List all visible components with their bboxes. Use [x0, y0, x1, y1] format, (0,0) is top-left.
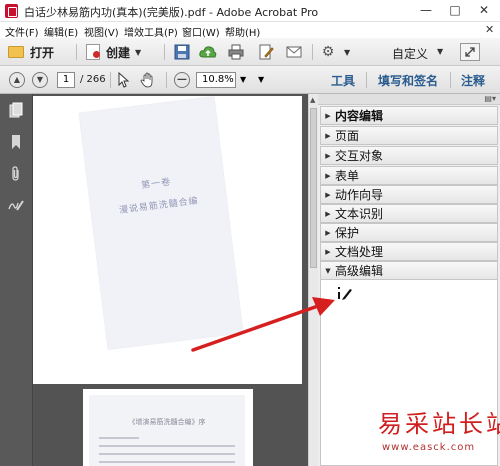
- text-line: [99, 437, 139, 439]
- create-pdf-icon: [86, 44, 100, 60]
- section-protection[interactable]: ▶ 保护: [320, 223, 498, 242]
- toolbar-separator: [312, 44, 313, 60]
- menu-file[interactable]: 文件(F): [5, 24, 39, 39]
- text-line: [99, 453, 235, 455]
- touchup-object-tool-icon[interactable]: [337, 286, 353, 304]
- scroll-up-icon[interactable]: ▲: [310, 96, 315, 104]
- panel-header: ▤▾: [318, 94, 500, 105]
- menu-view[interactable]: 视图(V): [84, 24, 119, 39]
- chevron-right-icon: ▶: [325, 209, 331, 218]
- chevron-right-icon: ▶: [325, 247, 331, 256]
- hand-tool-icon[interactable]: [138, 71, 158, 89]
- chevron-right-icon: ▶: [325, 131, 331, 140]
- scrollbar-thumb[interactable]: [310, 108, 317, 268]
- cloud-upload-icon[interactable]: [198, 43, 218, 61]
- menu-edit[interactable]: 编辑(E): [44, 24, 78, 39]
- navigation-pane: [0, 94, 33, 466]
- panel-options-icon[interactable]: ▤▾: [484, 94, 496, 103]
- main-toolbar: 打开 创建 ▼ ⚙ ▼ 自定义 ▼: [0, 38, 500, 66]
- document-page: 第一卷 漫说易筋洗髓合编: [33, 96, 302, 384]
- toolbar-separator: [164, 44, 165, 60]
- email-icon[interactable]: [284, 43, 304, 61]
- window-title: 白话少林易筋内功(真本)(完美版).pdf - Adobe Acrobat Pr…: [24, 6, 319, 19]
- watermark-text: 易采站长站: [378, 410, 500, 438]
- watermark: 易采站长站 www.easck.com: [378, 404, 500, 466]
- zoom-level-input[interactable]: 10.8%: [196, 72, 236, 88]
- acrobat-app-icon: [5, 4, 18, 18]
- zoom-out-icon[interactable]: —: [174, 72, 190, 88]
- section-pages[interactable]: ▶ 页面: [320, 126, 498, 145]
- toolbar-separator: [366, 72, 367, 88]
- edit-document-icon[interactable]: [256, 43, 276, 61]
- page-heading: 《增演易筋洗髓合编》序: [128, 418, 206, 426]
- select-cursor-icon[interactable]: [114, 71, 134, 89]
- save-icon[interactable]: [172, 43, 192, 61]
- attachment-icon[interactable]: [7, 166, 25, 184]
- maximize-button[interactable]: □: [440, 0, 470, 22]
- section-document-processing[interactable]: ▶ 文档处理: [320, 242, 498, 261]
- watermark-url: www.easck.com: [382, 442, 476, 453]
- toolbar-separator: [450, 72, 451, 88]
- menu-plugins[interactable]: 增效工具(P): [124, 24, 178, 39]
- chevron-right-icon: ▶: [325, 228, 331, 237]
- menu-window[interactable]: 窗口(W): [182, 24, 220, 39]
- open-button[interactable]: 打开: [8, 42, 54, 62]
- close-button[interactable]: ✕: [469, 0, 499, 22]
- page-total: / 266: [80, 74, 106, 85]
- chevron-down-icon: ▼: [135, 47, 142, 57]
- section-advanced-editing[interactable]: ▼ 高级编辑: [320, 261, 498, 280]
- toolbar-separator: [110, 72, 111, 88]
- tab-fill-sign[interactable]: 填写和签名: [378, 72, 438, 89]
- chevron-right-icon: ▶: [325, 111, 331, 120]
- document-viewer[interactable]: 第一卷 漫说易筋洗髓合编 《增演易筋洗髓合编》序: [33, 94, 308, 466]
- previous-page-icon[interactable]: ▲: [9, 72, 25, 88]
- section-text-recognition[interactable]: ▶ 文本识别: [320, 204, 498, 223]
- signature-icon[interactable]: [7, 198, 25, 216]
- chevron-down-icon: ▼: [325, 266, 331, 275]
- section-interactive-objects[interactable]: ▶ 交互对象: [320, 146, 498, 165]
- next-page-icon[interactable]: ▼: [32, 72, 48, 88]
- open-label: 打开: [30, 45, 55, 60]
- chevron-right-icon: ▶: [325, 190, 331, 199]
- document-close-icon[interactable]: ✕: [485, 23, 494, 36]
- menu-help[interactable]: 帮助(H): [225, 24, 260, 39]
- expand-icon[interactable]: [460, 43, 480, 61]
- document-page: 《增演易筋洗髓合编》序: [83, 389, 253, 466]
- create-button[interactable]: 创建 ▼: [86, 42, 141, 62]
- chevron-down-icon[interactable]: ▼: [240, 75, 246, 84]
- tab-comment[interactable]: 注释: [461, 72, 485, 89]
- vertical-scrollbar[interactable]: ▲: [308, 94, 318, 466]
- page-number-input[interactable]: 1: [57, 72, 75, 88]
- title-bar: 白话少林易筋内功(真本)(完美版).pdf - Adobe Acrobat Pr…: [0, 0, 500, 22]
- customize-label[interactable]: 自定义: [392, 45, 428, 62]
- tab-tools[interactable]: 工具: [331, 72, 355, 89]
- section-action-wizard[interactable]: ▶ 动作向导: [320, 185, 498, 204]
- text-line: [99, 461, 235, 463]
- scanned-page-image: 《增演易筋洗髓合编》序: [89, 395, 245, 466]
- chevron-right-icon: ▶: [325, 151, 331, 160]
- gear-icon[interactable]: ⚙: [318, 43, 338, 61]
- navigation-toolbar: ▲ ▼ 1 / 266 — 10.8% ▼ ▼ 工具 填写和签名 注释: [0, 66, 500, 94]
- menu-bar: 文件(F) 编辑(E) 视图(V) 增效工具(P) 窗口(W) 帮助(H) ✕: [0, 22, 500, 39]
- toolbar-separator: [76, 44, 77, 60]
- chevron-down-icon[interactable]: ▼: [344, 48, 350, 57]
- create-label: 创建: [106, 45, 131, 60]
- toolbar-dropdown-icon[interactable]: ▼: [258, 75, 264, 84]
- chevron-right-icon: ▶: [325, 171, 331, 180]
- scanned-page-image: 第一卷 漫说易筋洗髓合编: [79, 96, 243, 350]
- page-thumbnails-icon[interactable]: [7, 102, 25, 120]
- section-forms[interactable]: ▶ 表单: [320, 166, 498, 185]
- section-content-editing[interactable]: ▶ 内容编辑: [320, 106, 498, 125]
- text-line: [99, 445, 235, 447]
- bookmark-icon[interactable]: [7, 134, 25, 152]
- folder-icon: [8, 46, 24, 58]
- print-icon[interactable]: [226, 43, 246, 61]
- chevron-down-icon[interactable]: ▼: [437, 47, 443, 56]
- toolbar-separator: [166, 72, 167, 88]
- minimize-button[interactable]: —: [411, 0, 441, 22]
